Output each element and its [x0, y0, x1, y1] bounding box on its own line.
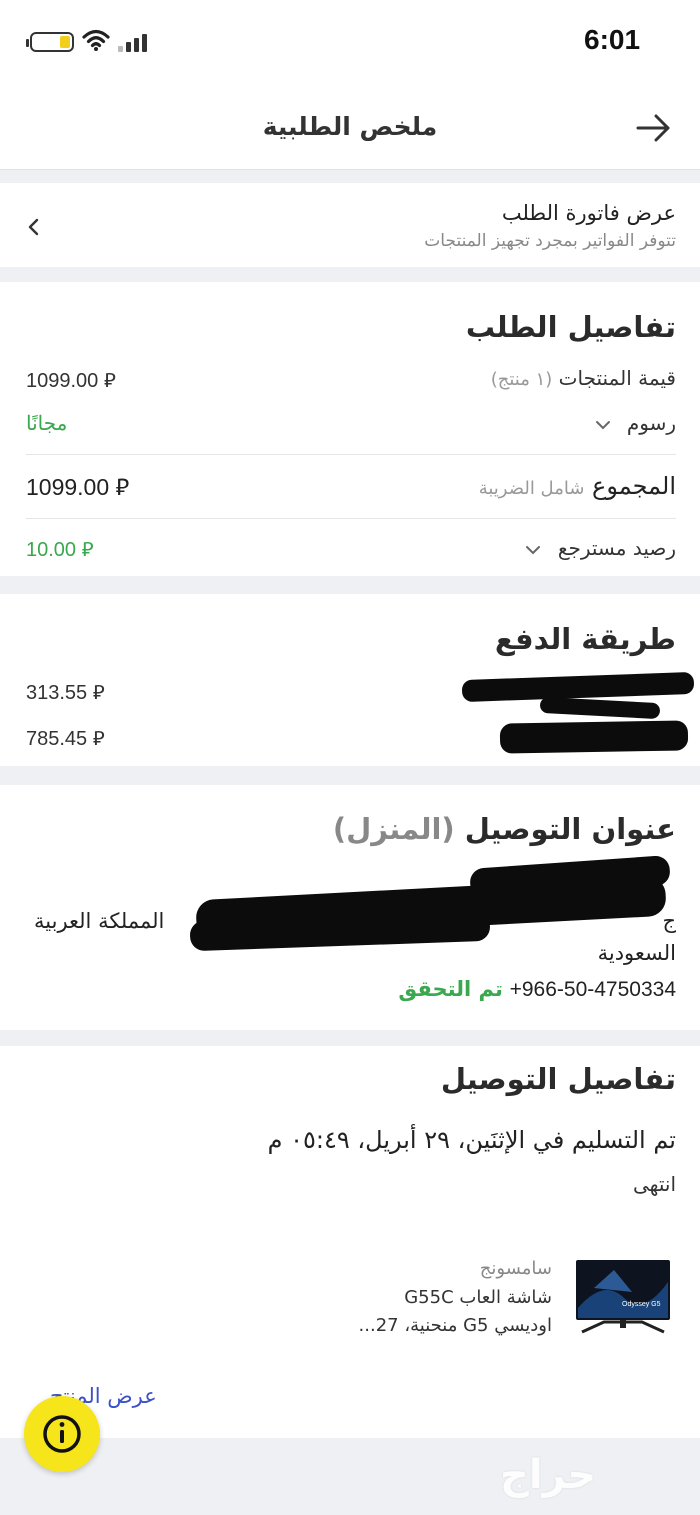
- refund-label: رصيد مسترجع: [557, 536, 676, 560]
- invoice-subtitle: تتوفر الفواتير بمجرد تجهيز المنتجات: [424, 231, 676, 251]
- phone-number: +966-50-4750334: [509, 978, 676, 1001]
- total-label: المجموع شامل الضريبة: [479, 472, 676, 500]
- wifi-icon: [82, 29, 110, 51]
- product-name-2[interactable]: اوديسي G5 منحنية، 27...: [359, 1315, 552, 1336]
- fees-label: رسوم: [626, 411, 676, 435]
- arrow-right-icon[interactable]: [632, 106, 676, 150]
- chevron-down-icon: [526, 545, 541, 554]
- product-image-label: Odyssey G5: [622, 1301, 661, 1308]
- divider: [26, 518, 676, 519]
- address-title-text: عنوان التوصيل: [464, 812, 676, 846]
- delivery-card: [0, 1046, 700, 1438]
- products-count: (١ منتج): [490, 369, 553, 390]
- refund-row[interactable]: رصيد مسترجع: [525, 536, 676, 560]
- address-line-2: السعودية: [597, 941, 676, 965]
- address-phone-row: +966-50-4750334 تم التحقق: [398, 977, 676, 1002]
- battery-icon: [26, 32, 74, 52]
- invoice-row[interactable]: عرض فاتورة الطلب تتوفر الفواتير بمجرد تج…: [0, 183, 700, 267]
- address-title: عنوان التوصيل (المنزل): [333, 812, 676, 846]
- payment-amount-2: 785.45 ⃁: [26, 728, 105, 750]
- delivered-text: تم التسليم في الإثنَين، ٢٩ أبريل، ٠٥:٤٩ …: [267, 1126, 676, 1154]
- product-name[interactable]: شاشة العاب G55C: [404, 1287, 552, 1308]
- header: ملخص الطلبية: [0, 86, 700, 170]
- chevron-down-icon: [595, 420, 610, 429]
- invoice-title: عرض فاتورة الطلب: [501, 201, 676, 225]
- payment-title: طريقة الدفع: [494, 622, 676, 656]
- product-image[interactable]: Odyssey G5: [574, 1258, 672, 1336]
- fees-value: مجانًا: [26, 413, 68, 435]
- address-country: المملكة العربية: [34, 909, 165, 933]
- total-label-text: المجموع: [592, 472, 676, 500]
- address-type: (المنزل): [332, 812, 455, 846]
- chevron-left-icon: [28, 218, 39, 236]
- fees-row[interactable]: رسوم: [595, 411, 676, 435]
- watermark-logo: حراج: [500, 1452, 597, 1498]
- products-value-label: قيمة المنتجات (١ منتج): [491, 366, 676, 390]
- products-value: 1099.00 ⃁: [26, 370, 116, 392]
- status-time: 6:01: [584, 24, 641, 55]
- verified-badge: تم التحقق: [398, 977, 503, 1001]
- signal-icon: [118, 32, 147, 52]
- delivery-status: انتهى: [632, 1172, 676, 1196]
- order-details-title: تفاصيل الطلب: [465, 310, 676, 344]
- payment-amount-1: 313.55 ⃁: [26, 682, 105, 704]
- page-title: ملخص الطلبية: [262, 112, 438, 141]
- total-tax-note: شامل الضريبة: [478, 478, 585, 499]
- refund-value: 10.00 ⃁: [26, 539, 94, 561]
- products-label-text: قيمة المنتجات: [558, 366, 676, 390]
- address-fragment: ج: [662, 909, 676, 933]
- divider: [26, 454, 676, 455]
- delivery-title: تفاصيل التوصيل: [440, 1062, 676, 1096]
- product-brand: سامسونج: [479, 1258, 552, 1279]
- info-button[interactable]: [24, 1396, 100, 1472]
- total-value: 1099.00 ⃁: [26, 474, 130, 500]
- info-icon: [43, 1415, 81, 1453]
- status-bar: 6:01: [0, 0, 700, 86]
- redaction-mark: [499, 720, 689, 754]
